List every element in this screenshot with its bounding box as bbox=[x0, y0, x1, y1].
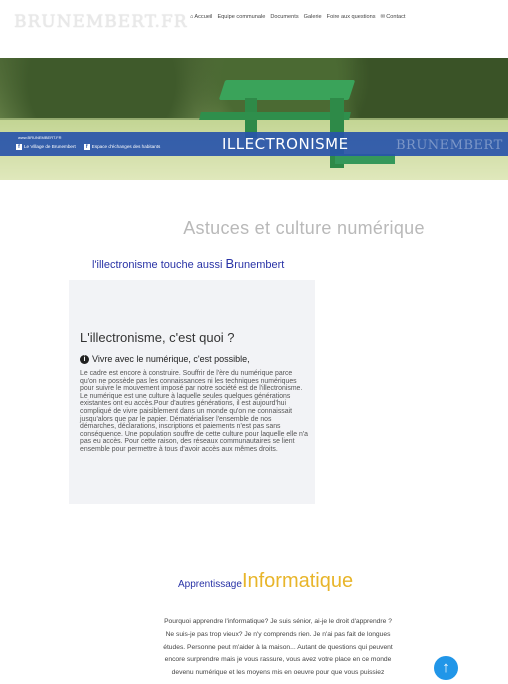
picnic-table-top bbox=[218, 80, 356, 100]
facebook-link-village[interactable]: f Le Village de Brunembert bbox=[16, 144, 76, 150]
section-title: ApprentissageInformatique bbox=[178, 570, 354, 592]
main-nav: ⌂Accueil Equipe communale Documents Gale… bbox=[190, 14, 405, 20]
banner-site-url: www.BRUNEMBERT.FR bbox=[18, 135, 62, 140]
info-icon: i bbox=[80, 354, 89, 364]
facebook-icon: f bbox=[16, 144, 22, 150]
info-card: L'illectronisme, c'est quoi ? i Vivre av… bbox=[69, 280, 315, 504]
hero-banner: www.BRUNEMBERT.FR f Le Village de Brunemb… bbox=[0, 132, 508, 156]
nav-item-documents[interactable]: Documents bbox=[270, 14, 298, 20]
nav-item-faq[interactable]: Foire aux questions bbox=[327, 14, 376, 20]
hero-brand-watermark: BRUNEMBERT bbox=[396, 138, 503, 153]
hero-title: ILLECTRONISME bbox=[222, 135, 349, 153]
scroll-to-top-button[interactable]: ↑ bbox=[434, 656, 458, 680]
card-title: L'illectronisme, c'est quoi ? bbox=[80, 330, 235, 345]
nav-item-accueil[interactable]: ⌂Accueil bbox=[190, 14, 212, 20]
site-logo[interactable]: BRUNEMBERT.FR bbox=[14, 12, 188, 32]
nav-item-galerie[interactable]: Galerie bbox=[304, 14, 322, 20]
nav-item-contact[interactable]: ✉Contact bbox=[381, 14, 406, 20]
envelope-icon: ✉ bbox=[380, 14, 386, 20]
card-body: Le cadre est encore à construire. Souffr… bbox=[80, 370, 308, 453]
picnic-table-bench bbox=[199, 112, 351, 120]
nav-item-equipe[interactable]: Equipe communale bbox=[217, 14, 265, 20]
facebook-icon: f bbox=[83, 144, 90, 150]
page-title: Astuces et culture numérique bbox=[183, 218, 425, 238]
site-header: BRUNEMBERT.FR ⌂Accueil Equipe communale … bbox=[0, 0, 508, 58]
section-subtitle: l'illectronisme touche aussi Brunembert bbox=[92, 256, 285, 271]
card-lead: i Vivre avec le numérique, c'est possibl… bbox=[80, 354, 250, 364]
hero-image: www.BRUNEMBERT.FR f Le Village de Brunemb… bbox=[0, 58, 508, 180]
facebook-link-espace[interactable]: f Espace d'échanges des habitants bbox=[83, 144, 160, 150]
home-icon: ⌂ bbox=[190, 14, 194, 20]
arrow-up-icon: ↑ bbox=[442, 659, 450, 676]
section-body: Pourquoi apprendre l'informatique? Je su… bbox=[163, 618, 393, 677]
banner-links: f Le Village de Brunembert f Espace d'écha… bbox=[16, 144, 160, 150]
